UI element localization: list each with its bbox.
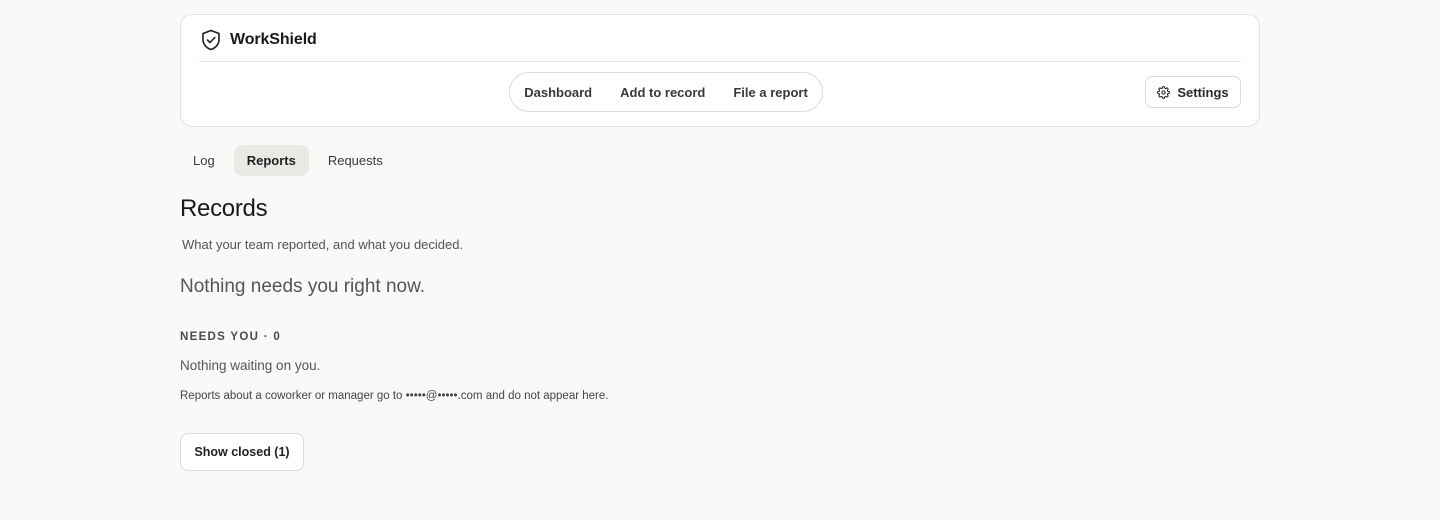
nav-add-to-record[interactable]: Add to record [606,85,719,100]
gear-icon [1157,85,1171,99]
routing-note: Reports about a coworker or manager go t… [180,390,609,402]
needs-you-heading: NEEDS YOU · 0 [180,331,282,343]
shield-check-icon [201,29,221,51]
header-divider [199,61,1241,62]
header-card: WorkShield Dashboard Add to record File … [180,14,1260,127]
page-title: Records [180,195,268,222]
app-name: WorkShield [230,31,317,48]
settings-label: Settings [1177,84,1229,100]
tab-requests[interactable]: Requests [315,145,396,176]
tab-log[interactable]: Log [180,145,228,176]
settings-button[interactable]: Settings [1145,76,1241,108]
main-nav: Dashboard Add to record File a report [509,72,823,112]
empty-state-lead: Nothing needs you right now. [180,276,426,297]
nav-file-a-report[interactable]: File a report [719,85,821,100]
show-closed-button[interactable]: Show closed (1) [180,433,304,471]
tab-bar: Log Reports Requests [180,145,396,176]
needs-you-empty: Nothing waiting on you. [180,358,321,373]
brand[interactable]: WorkShield [201,29,317,51]
page-subtitle: What your team reported, and what you de… [182,237,464,252]
nav-dashboard[interactable]: Dashboard [510,85,606,100]
tab-reports[interactable]: Reports [233,145,309,176]
